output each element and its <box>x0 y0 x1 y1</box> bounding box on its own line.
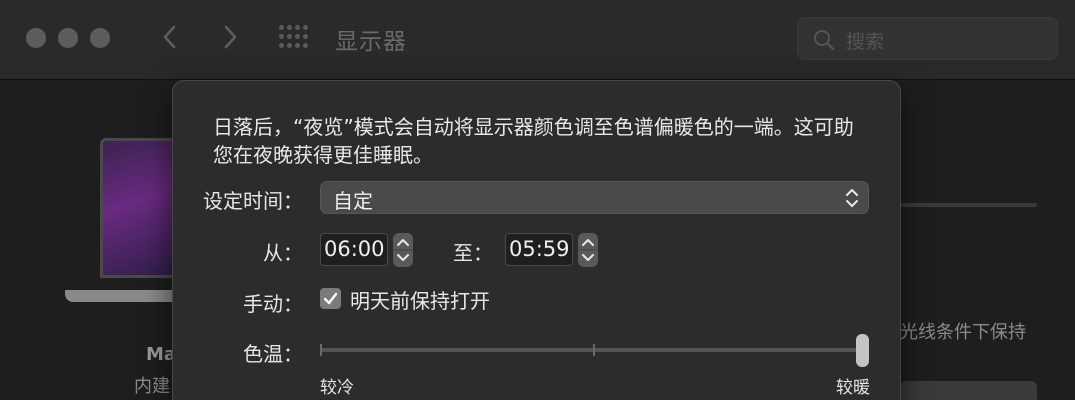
from-time-stepper[interactable] <box>393 233 413 267</box>
laptop-screen <box>100 138 180 278</box>
color-temp-label: 色温： <box>243 342 303 366</box>
window-title: 显示器 <box>335 29 407 55</box>
chevron-up-down-icon <box>846 189 858 207</box>
back-button[interactable] <box>156 22 184 52</box>
schedule-label: 设定时间： <box>203 189 303 213</box>
show-all-grid-icon[interactable] <box>279 25 309 51</box>
forward-button[interactable] <box>216 22 244 52</box>
search-icon <box>814 30 835 51</box>
manual-checkbox[interactable] <box>320 288 341 309</box>
search-field[interactable]: 搜索 <box>797 17 1058 60</box>
stepper-arrows-icon <box>393 239 413 261</box>
to-time-field[interactable]: 05:59 <box>505 233 573 266</box>
night-shift-sheet: 日落后，“夜览”模式会自动将显示器颜色调至色谱偏暖色的一端。这可助您在夜晚获得更… <box>172 80 901 400</box>
background-slider <box>900 203 1037 207</box>
color-temp-slider-knob[interactable] <box>856 334 869 367</box>
checkmark-icon <box>323 292 338 305</box>
from-time-value: 06:00 <box>324 237 385 261</box>
zoom-window-button[interactable] <box>90 28 110 48</box>
schedule-popup[interactable]: 自定 <box>320 181 869 214</box>
from-time-field[interactable]: 06:00 <box>320 233 388 266</box>
to-time-value: 05:59 <box>509 237 570 261</box>
manual-checkbox-label[interactable]: 明天前保持打开 <box>350 285 490 314</box>
chevron-right-icon <box>224 25 237 49</box>
slider-max-label: 较暖 <box>836 378 870 398</box>
window-toolbar: 显示器 搜索 <box>0 0 1075 80</box>
slider-min-label: 较冷 <box>320 378 354 398</box>
laptop-base <box>65 290 180 302</box>
minimize-window-button[interactable] <box>58 28 78 48</box>
manual-label: 手动： <box>243 292 303 316</box>
schedule-value: 自定 <box>333 189 373 213</box>
background-auto-brightness-text: 光线条件下保持 <box>900 322 1026 343</box>
chevron-left-icon <box>163 25 176 49</box>
slider-tick-mid <box>593 344 595 356</box>
laptop-illustration <box>60 135 180 315</box>
night-shift-description: 日落后，“夜览”模式会自动将显示器颜色调至色谱偏暖色的一端。这可助您在夜晚获得更… <box>213 115 854 167</box>
search-placeholder: 搜索 <box>846 31 885 53</box>
to-time-stepper[interactable] <box>578 233 598 267</box>
to-label: 至： <box>453 241 493 265</box>
background-popup-button <box>900 381 1037 400</box>
slider-tick-min <box>320 344 322 356</box>
device-type-label: 内建 <box>134 376 170 397</box>
from-label: 从： <box>263 241 303 265</box>
close-window-button[interactable] <box>26 28 46 48</box>
stepper-arrows-icon <box>578 239 598 261</box>
